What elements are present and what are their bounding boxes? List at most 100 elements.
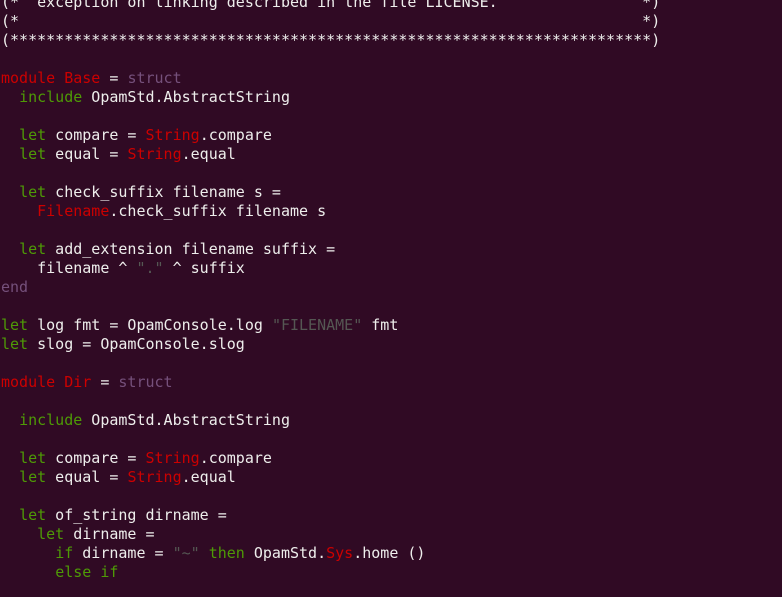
- code-line: (* *): [1, 12, 660, 31]
- code-token-default: dirname =: [73, 544, 173, 562]
- code-line: (* exception on linking described in the…: [1, 0, 660, 12]
- code-line: Filename.check_suffix filename s: [1, 202, 660, 221]
- code-token-default: [1, 525, 37, 543]
- code-token-default: [1, 506, 19, 524]
- code-token-default: .check_suffix filename s: [109, 202, 327, 220]
- code-view[interactable]: (* exception on linking described in the…: [1, 0, 660, 582]
- code-line: let check_suffix filename s =: [1, 183, 660, 202]
- code-token-module: String: [127, 468, 182, 486]
- code-line: else if: [1, 563, 660, 582]
- code-token-keyword: else if: [55, 563, 119, 581]
- code-token-default: fmt: [362, 316, 399, 334]
- code-token-keyword: let: [19, 506, 47, 524]
- code-token-keyword: let: [37, 525, 65, 543]
- code-token-default: [1, 411, 19, 429]
- code-line: let compare = String.compare: [1, 126, 660, 145]
- code-line: let compare = String.compare: [1, 449, 660, 468]
- code-token-default: .equal: [181, 145, 236, 163]
- code-token-comment: (* exception on linking described in the…: [1, 0, 661, 11]
- code-token-default: [1, 468, 19, 486]
- code-token-default: [1, 126, 19, 144]
- code-line: let dirname =: [1, 525, 660, 544]
- code-token-module: String: [145, 126, 200, 144]
- code-line: let log fmt = OpamConsole.log "FILENAME"…: [1, 316, 660, 335]
- code-token-keyword: include: [19, 411, 83, 429]
- code-line: module Dir = struct: [1, 373, 660, 392]
- terminal-window[interactable]: (* exception on linking described in the…: [0, 0, 782, 597]
- code-token-string: "~": [172, 544, 200, 562]
- code-token-default: [1, 145, 19, 163]
- code-token-default: slog = OpamConsole.slog: [28, 335, 245, 353]
- code-line: include OpamStd.AbstractString: [1, 411, 660, 430]
- code-token-string: "FILENAME": [271, 316, 363, 334]
- code-token-default: .equal: [181, 468, 236, 486]
- code-token-default: log fmt = OpamConsole.log: [28, 316, 272, 334]
- code-token-default: .compare: [199, 449, 272, 467]
- code-line: let of_string dirname =: [1, 506, 660, 525]
- code-line: (***************************************…: [1, 31, 660, 50]
- code-token-keyword: let: [19, 240, 47, 258]
- code-token-keyword2: struct: [118, 373, 173, 391]
- code-line: let equal = String.equal: [1, 468, 660, 487]
- code-token-keyword2: struct: [127, 69, 182, 87]
- code-token-default: compare =: [46, 126, 146, 144]
- code-token-default: [1, 202, 37, 220]
- code-line: let add_extension filename suffix =: [1, 240, 660, 259]
- code-token-keyword: then: [208, 544, 245, 562]
- code-token-keyword: let: [1, 316, 29, 334]
- code-line: module Base = struct: [1, 69, 660, 88]
- code-token-default: equal =: [46, 468, 128, 486]
- code-token-keyword: include: [19, 88, 83, 106]
- code-token-default: [1, 88, 19, 106]
- code-line: if dirname = "~" then OpamStd.Sys.home (…: [1, 544, 660, 563]
- code-token-module: String: [145, 449, 200, 467]
- code-token-default: .home (): [353, 544, 426, 562]
- code-token-keyword: let: [1, 335, 29, 353]
- code-token-default: [1, 240, 19, 258]
- code-token-keyword: let: [19, 145, 47, 163]
- code-token-default: OpamStd.AbstractString: [82, 88, 290, 106]
- code-token-default: =: [91, 373, 119, 391]
- code-token-default: [1, 183, 19, 201]
- code-token-default: compare =: [46, 449, 146, 467]
- code-token-default: =: [100, 69, 128, 87]
- code-token-string: ".": [136, 259, 164, 277]
- code-token-module: String: [127, 145, 182, 163]
- code-token-default: ^ suffix: [163, 259, 245, 277]
- code-token-default: .compare: [199, 126, 272, 144]
- code-token-default: [1, 544, 55, 562]
- code-token-default: [1, 563, 55, 581]
- code-token-default: dirname =: [64, 525, 155, 543]
- code-token-keyword: if: [55, 544, 74, 562]
- code-token-keyword: let: [19, 468, 47, 486]
- code-token-default: filename ^: [1, 259, 137, 277]
- code-token-default: OpamStd.: [244, 544, 327, 562]
- code-token-keyword: let: [19, 126, 47, 144]
- code-line: filename ^ "." ^ suffix: [1, 259, 660, 278]
- code-token-default: add_extension filename suffix =: [46, 240, 336, 258]
- code-token-keyword: let: [19, 449, 47, 467]
- code-token-default: OpamStd.AbstractString: [82, 411, 290, 429]
- code-token-default: equal =: [46, 145, 128, 163]
- code-token-keyword2: end: [1, 278, 29, 296]
- code-token-default: [200, 544, 209, 562]
- code-token-module: Filename: [37, 202, 110, 220]
- code-token-keyword: let: [19, 183, 47, 201]
- code-line: let equal = String.equal: [1, 145, 660, 164]
- code-token-comment: (* *): [1, 12, 661, 30]
- code-token-module: Sys: [326, 544, 354, 562]
- code-token-module: module Dir: [1, 373, 92, 391]
- code-token-default: of_string dirname =: [46, 506, 227, 524]
- code-token-default: check_suffix filename s =: [46, 183, 281, 201]
- code-token-default: [1, 449, 19, 467]
- code-token-comment: (***************************************…: [1, 31, 661, 49]
